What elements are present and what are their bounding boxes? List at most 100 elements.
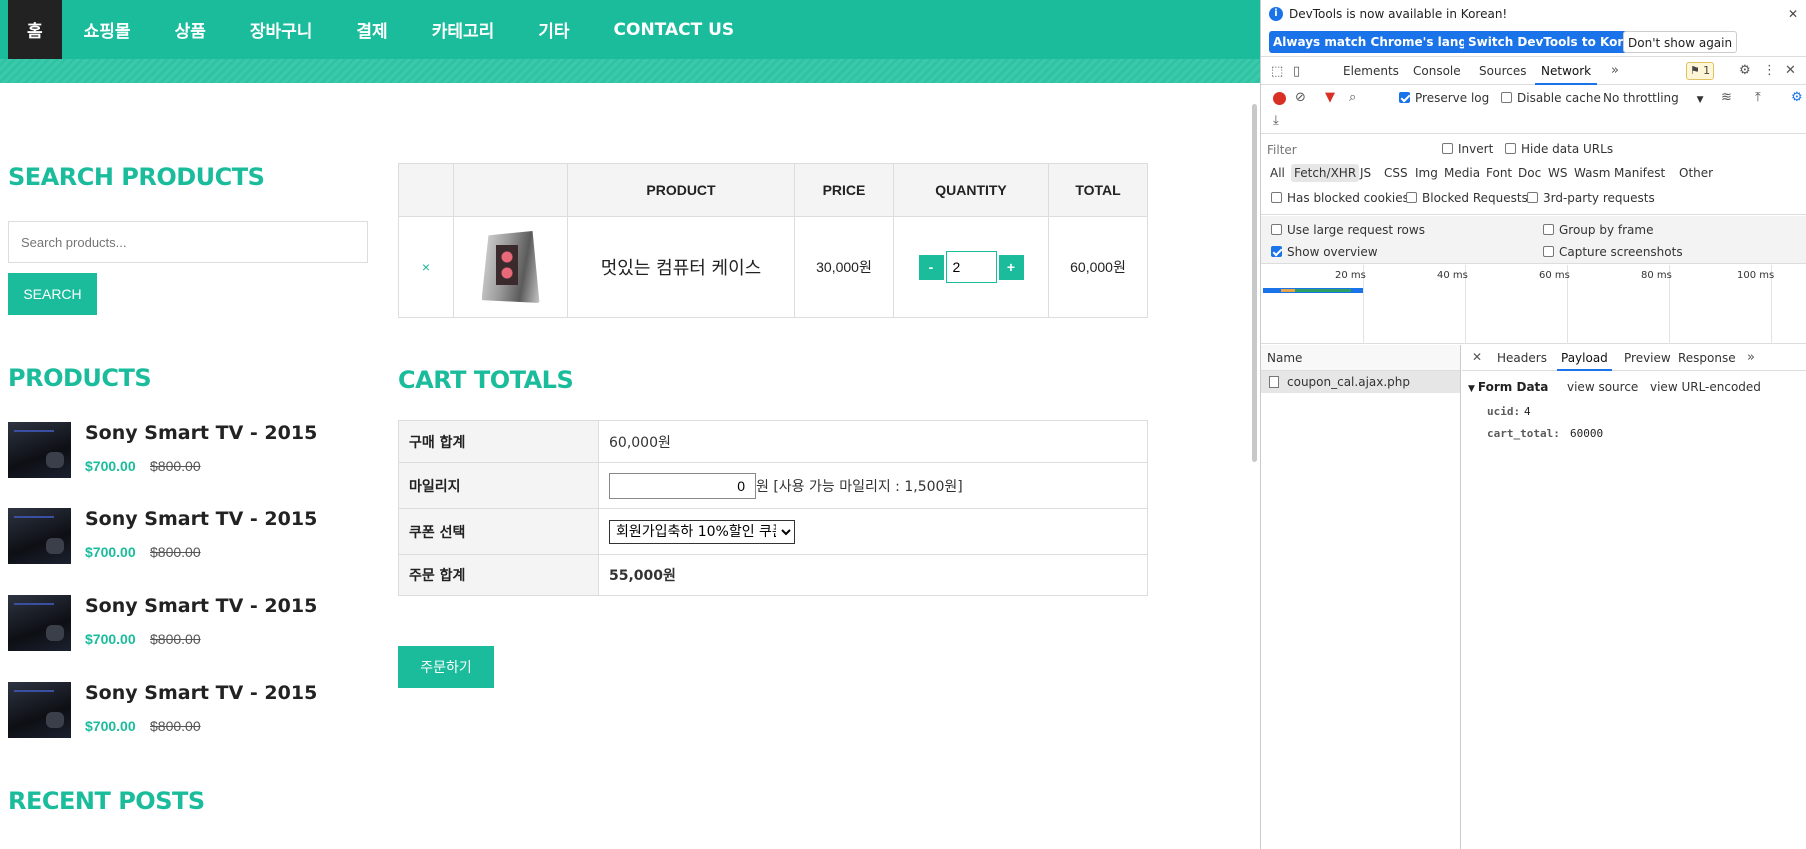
type-filter-doc[interactable]: Doc xyxy=(1515,164,1544,182)
product-thumbnail[interactable] xyxy=(8,595,71,651)
page-scrollbar[interactable] xyxy=(1252,104,1257,462)
order-button[interactable]: 주문하기 xyxy=(398,646,494,688)
product-name[interactable]: Sony Smart TV - 2015 xyxy=(85,682,317,704)
tab-sources[interactable]: Sources xyxy=(1479,58,1526,85)
product-thumbnail[interactable] xyxy=(8,682,71,738)
tab-elements[interactable]: Elements xyxy=(1343,58,1399,85)
product-item[interactable]: Sony Smart TV - 2015 $700.00 $800.00 xyxy=(8,595,368,651)
disable-cache-checkbox[interactable]: Disable cache xyxy=(1501,91,1601,105)
type-filter-css[interactable]: CSS xyxy=(1381,164,1411,182)
warning-badge[interactable]: ⚑ 1 xyxy=(1686,62,1714,80)
record-icon[interactable] xyxy=(1273,92,1286,105)
network-overview-timeline[interactable]: 20 ms 40 ms 60 ms 80 ms 100 ms xyxy=(1261,265,1806,344)
product-thumbnail[interactable] xyxy=(8,508,71,564)
settings-icon[interactable]: ⚙ xyxy=(1739,64,1751,77)
quantity-input[interactable] xyxy=(945,251,997,283)
type-filter-fetch-xhr[interactable]: Fetch/XHR xyxy=(1291,164,1360,182)
quantity-plus-button[interactable]: + xyxy=(998,254,1024,280)
tab-payload[interactable]: Payload xyxy=(1557,345,1612,371)
blocked-requests-checkbox[interactable]: Blocked Requests xyxy=(1406,191,1528,205)
hide-data-urls-checkbox[interactable]: Hide data URLs xyxy=(1505,142,1613,156)
clear-icon[interactable]: ⊘ xyxy=(1295,91,1306,104)
close-devtools-icon[interactable]: ✕ xyxy=(1785,64,1796,77)
tab-preview[interactable]: Preview xyxy=(1624,345,1671,371)
tab-console[interactable]: Console xyxy=(1413,58,1461,85)
view-url-encoded-link[interactable]: view URL-encoded xyxy=(1650,380,1761,394)
nav-shop[interactable]: 쇼핑몰 xyxy=(62,0,153,59)
nav-etc[interactable]: 기타 xyxy=(516,0,591,59)
nav-cart[interactable]: 장바구니 xyxy=(228,0,335,59)
search-button[interactable]: SEARCH xyxy=(8,273,97,315)
search-icon[interactable]: ⌕ xyxy=(1349,91,1356,104)
nav-contact[interactable]: CONTACT US xyxy=(592,0,757,59)
inspect-element-icon[interactable]: ⬚ xyxy=(1271,65,1283,78)
type-filter-wasm[interactable]: Wasm xyxy=(1571,164,1613,182)
dont-show-again-button[interactable]: Don't show again xyxy=(1623,31,1738,53)
type-filter-font[interactable]: Font xyxy=(1483,164,1515,182)
type-filter-js[interactable]: JS xyxy=(1357,164,1374,182)
nav-checkout[interactable]: 결제 xyxy=(334,0,409,59)
device-toolbar-icon[interactable]: ▯ xyxy=(1293,65,1300,78)
more-options-icon[interactable]: ⋮ xyxy=(1763,64,1776,77)
tab-response[interactable]: Response xyxy=(1678,345,1736,371)
throttling-select[interactable]: No throttling ▼ xyxy=(1603,91,1704,105)
third-party-checkbox[interactable]: 3rd-party requests xyxy=(1527,191,1655,205)
request-row[interactable]: coupon_cal.ajax.php xyxy=(1261,371,1460,393)
network-conditions-icon[interactable]: ≋ xyxy=(1721,91,1732,104)
export-har-icon[interactable]: ⤓ xyxy=(1273,114,1279,127)
product-name[interactable]: Sony Smart TV - 2015 xyxy=(85,508,317,530)
checkbox-icon[interactable] xyxy=(1501,92,1512,103)
product-item[interactable]: Sony Smart TV - 2015 $700.00 $800.00 xyxy=(8,682,368,738)
capture-screenshots-checkbox[interactable]: Capture screenshots xyxy=(1543,245,1683,259)
search-input[interactable] xyxy=(8,221,368,263)
type-filter-other[interactable]: Other xyxy=(1676,164,1716,182)
mileage-input[interactable] xyxy=(609,472,756,499)
checkbox-icon[interactable] xyxy=(1442,143,1453,154)
filter-input[interactable] xyxy=(1265,140,1429,160)
nav-category[interactable]: 카테고리 xyxy=(410,0,517,59)
tab-headers[interactable]: Headers xyxy=(1497,345,1547,371)
blocked-cookies-checkbox[interactable]: Has blocked cookies xyxy=(1271,191,1409,205)
group-by-frame-checkbox[interactable]: Group by frame xyxy=(1543,223,1653,237)
view-source-link[interactable]: view source xyxy=(1567,380,1638,394)
tab-network[interactable]: Network xyxy=(1535,58,1598,85)
type-filter-all[interactable]: All xyxy=(1267,164,1288,182)
network-settings-icon[interactable]: ⚙ xyxy=(1791,91,1803,104)
type-filter-manifest[interactable]: Manifest xyxy=(1611,164,1668,182)
product-item[interactable]: Sony Smart TV - 2015 $700.00 $800.00 xyxy=(8,508,368,564)
coupon-select[interactable]: 회원가입축하 10%할인 쿠폰 xyxy=(609,519,795,544)
checkbox-icon[interactable] xyxy=(1271,224,1282,235)
product-image[interactable] xyxy=(481,231,540,303)
cart-product-name[interactable]: 멋있는 컴퓨터 케이스 xyxy=(601,258,761,279)
product-item[interactable]: Sony Smart TV - 2015 $700.00 $800.00 xyxy=(8,422,368,478)
product-thumbnail[interactable] xyxy=(8,422,71,478)
checkbox-icon[interactable] xyxy=(1399,92,1410,103)
checkbox-icon[interactable] xyxy=(1505,143,1516,154)
close-detail-icon[interactable]: ✕ xyxy=(1472,351,1482,363)
remove-item-icon[interactable]: × xyxy=(422,259,430,275)
type-filter-media[interactable]: Media xyxy=(1441,164,1483,182)
more-tabs-icon[interactable]: » xyxy=(1611,64,1619,77)
show-overview-checkbox[interactable]: Show overview xyxy=(1271,245,1378,259)
checkbox-icon[interactable] xyxy=(1527,192,1538,203)
nav-products[interactable]: 상품 xyxy=(153,0,228,59)
type-filter-ws[interactable]: WS xyxy=(1545,164,1570,182)
checkbox-icon[interactable] xyxy=(1271,246,1282,257)
checkbox-icon[interactable] xyxy=(1406,192,1417,203)
checkbox-icon[interactable] xyxy=(1271,192,1282,203)
import-har-icon[interactable]: ⤒ xyxy=(1755,91,1761,104)
checkbox-icon[interactable] xyxy=(1543,246,1554,257)
nav-home[interactable]: 홈 xyxy=(8,0,62,59)
product-name[interactable]: Sony Smart TV - 2015 xyxy=(85,422,317,444)
invert-checkbox[interactable]: Invert xyxy=(1442,142,1493,156)
type-filter-img[interactable]: Img xyxy=(1412,164,1441,182)
name-column-header[interactable]: Name xyxy=(1261,345,1460,371)
preserve-log-checkbox[interactable]: Preserve log xyxy=(1399,91,1489,105)
product-name[interactable]: Sony Smart TV - 2015 xyxy=(85,595,317,617)
large-rows-checkbox[interactable]: Use large request rows xyxy=(1271,223,1425,237)
filter-icon[interactable]: ▼ xyxy=(1325,91,1335,104)
checkbox-icon[interactable] xyxy=(1543,224,1554,235)
quantity-minus-button[interactable]: - xyxy=(918,254,944,280)
form-data-header[interactable]: ▼ Form Data xyxy=(1468,380,1548,394)
more-tabs-icon[interactable]: » xyxy=(1747,351,1755,364)
